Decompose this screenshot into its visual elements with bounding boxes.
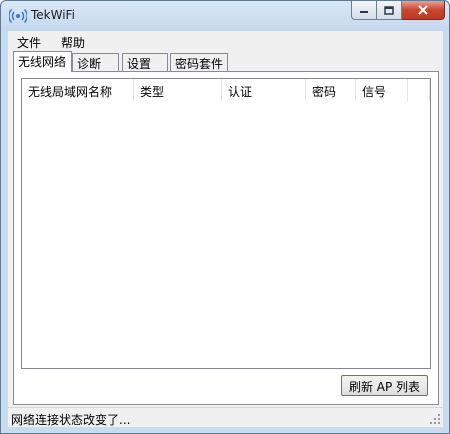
column-header-ssid[interactable]: 无线局域网名称: [22, 79, 134, 101]
column-header-signal[interactable]: 信号: [356, 79, 408, 101]
network-list[interactable]: 无线局域网名称 类型 认证 密码 信号: [21, 78, 431, 369]
column-header-filler: [408, 79, 430, 101]
tab-wireless-network[interactable]: 无线网络: [13, 51, 72, 72]
window-title: TekWiFi: [31, 8, 75, 22]
menu-help[interactable]: 帮助: [61, 34, 85, 51]
tab-settings[interactable]: 设置: [122, 53, 168, 71]
status-text: 网络连接状态改变了...: [11, 413, 131, 427]
close-icon: [418, 5, 428, 15]
minimize-button[interactable]: [351, 1, 377, 20]
menu-bar: 文件 帮助: [8, 31, 443, 51]
wifi-icon: [9, 8, 27, 24]
refresh-ap-list-button[interactable]: 刷新 AP 列表: [341, 375, 428, 396]
minimize-icon: [360, 11, 368, 13]
menu-file[interactable]: 文件: [17, 34, 41, 51]
list-header: 无线局域网名称 类型 认证 密码 信号: [22, 79, 430, 101]
client-area: 文件 帮助 无线网络 诊断 设置 密码套件 无线局域网名称 类型 认证 密码 信…: [8, 31, 443, 427]
app-window: TekWiFi 文件 帮助 无线网络 诊断 设置 密码套件 无线局域网名称 类型…: [0, 0, 450, 434]
maximize-button[interactable]: [377, 1, 402, 20]
title-bar[interactable]: TekWiFi: [1, 1, 449, 31]
tab-diagnostics[interactable]: 诊断: [72, 53, 119, 71]
column-header-auth[interactable]: 认证: [222, 79, 306, 101]
resize-grip-icon[interactable]: [430, 414, 441, 425]
tab-panel-wireless: 无线局域网名称 类型 认证 密码 信号 刷新 AP 列表: [13, 71, 439, 405]
close-button[interactable]: [402, 1, 445, 20]
tab-cipher-suites[interactable]: 密码套件: [170, 53, 228, 71]
column-header-cipher[interactable]: 密码: [306, 79, 356, 101]
caption-buttons: [351, 1, 445, 21]
column-header-type[interactable]: 类型: [134, 79, 222, 101]
status-bar: 网络连接状态改变了...: [8, 407, 443, 427]
maximize-icon: [384, 5, 394, 15]
